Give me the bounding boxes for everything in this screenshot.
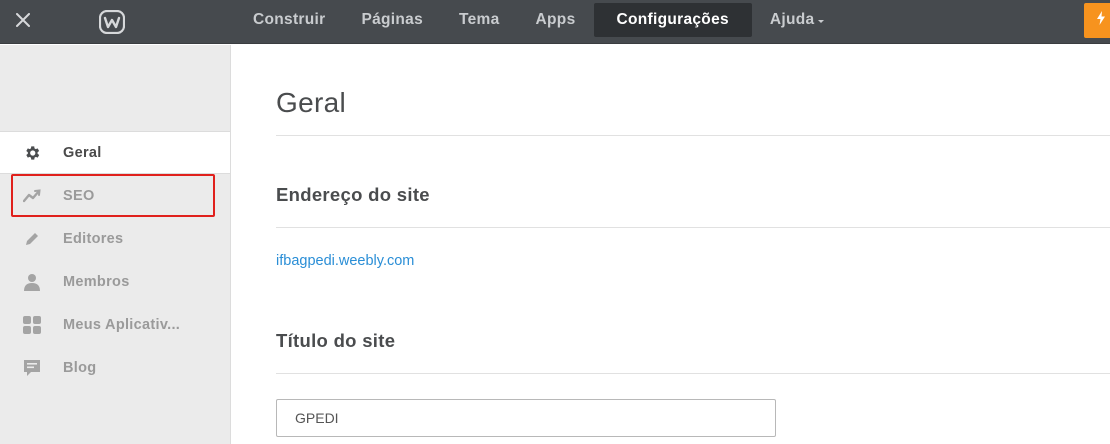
tab-tema[interactable]: Tema (441, 3, 518, 37)
page-title: Geral (276, 87, 346, 118)
tab-label: Páginas (361, 11, 423, 28)
top-bar: Construir Páginas Tema Apps Configuraçõe… (0, 0, 1110, 44)
tab-label: Construir (253, 11, 326, 28)
tab-label: Configurações (616, 11, 729, 28)
main-nav: Construir Páginas Tema Apps Configuraçõe… (235, 3, 842, 37)
sidebar-item-label: Blog (63, 359, 97, 376)
sidebar-item-label: Geral (63, 144, 102, 161)
tab-construir[interactable]: Construir (235, 3, 343, 37)
settings-content: Geral Endereço do site ifbagpedi.weebly.… (231, 45, 1110, 444)
chevron-down-icon (818, 19, 825, 23)
close-button[interactable] (0, 0, 46, 44)
sidebar-item-blog[interactable]: Blog (0, 346, 230, 389)
tab-ajuda[interactable]: Ajuda (752, 3, 843, 37)
divider (276, 373, 1110, 374)
upgrade-button[interactable] (1084, 3, 1110, 38)
sidebar-item-membros[interactable]: Membros (0, 260, 230, 303)
site-address-heading: Endereço do site (276, 184, 430, 205)
weebly-logo-icon[interactable] (98, 9, 126, 35)
sidebar-item-label: Editores (63, 230, 124, 247)
tab-label: Ajuda (769, 11, 815, 28)
speech-bubble-icon (22, 358, 42, 378)
pencil-icon (22, 229, 42, 249)
sidebar-item-geral[interactable]: Geral (0, 131, 230, 174)
site-title-input[interactable] (276, 399, 776, 437)
gear-icon (22, 143, 42, 163)
sidebar-item-meus-aplicativos[interactable]: Meus Aplicativ... (0, 303, 230, 346)
divider (276, 227, 1110, 228)
settings-sidebar: Geral SEO Editores Membros Meus Aplicati… (0, 45, 231, 444)
sidebar-item-editores[interactable]: Editores (0, 217, 230, 260)
divider (276, 135, 1110, 136)
site-address-link[interactable]: ifbagpedi.weebly.com (276, 253, 414, 269)
sidebar-item-label: Membros (63, 273, 130, 290)
person-icon (22, 272, 42, 292)
tab-apps[interactable]: Apps (518, 3, 594, 37)
grid-icon (22, 315, 42, 335)
lightning-icon (1096, 11, 1106, 30)
tab-label: Tema (459, 11, 500, 28)
sidebar-item-label: Meus Aplicativ... (63, 316, 181, 333)
close-icon (16, 12, 30, 32)
tab-paginas[interactable]: Páginas (343, 3, 441, 37)
tab-label: Apps (535, 11, 576, 28)
trend-line-icon (22, 186, 42, 206)
sidebar-item-label: SEO (63, 187, 95, 204)
sidebar-item-seo[interactable]: SEO (0, 174, 230, 217)
tab-configuracoes[interactable]: Configurações (593, 3, 752, 37)
site-title-heading: Título do site (276, 330, 396, 351)
